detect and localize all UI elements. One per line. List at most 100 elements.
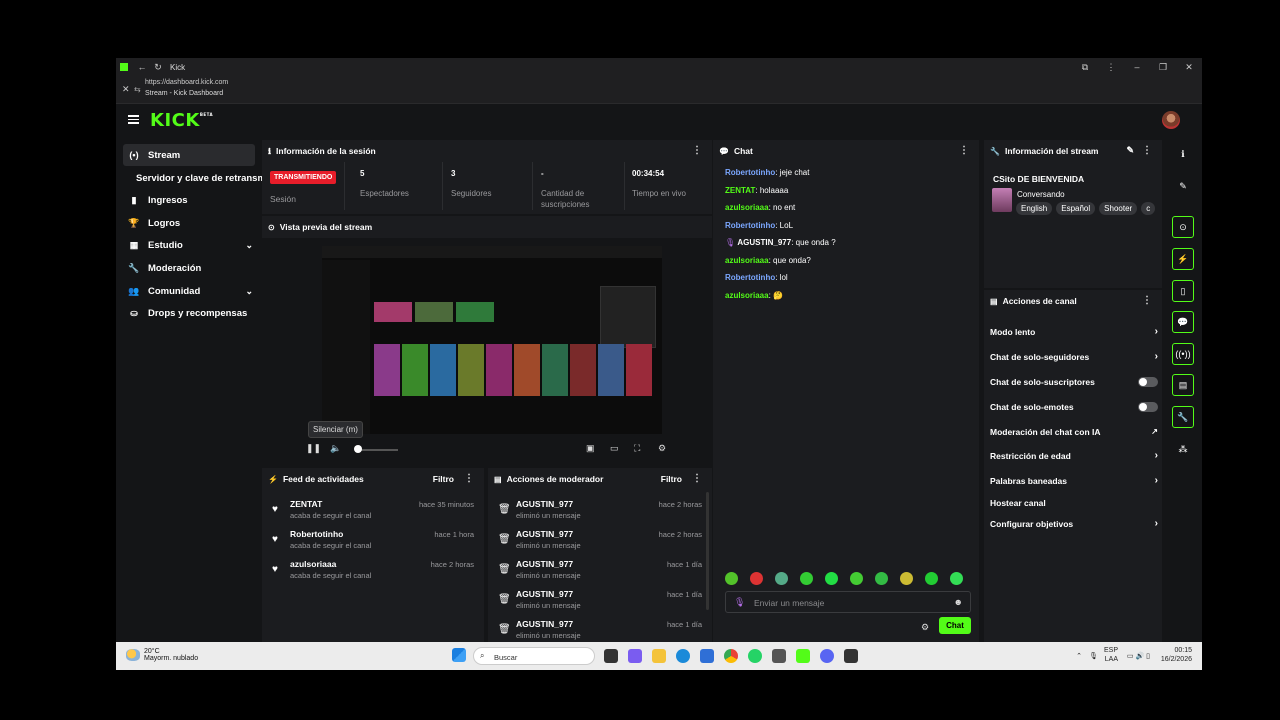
- site-settings-icon[interactable]: ⇆: [134, 85, 141, 94]
- sidebar-item-comunidad[interactable]: 👥 Comunidad ⌄: [123, 280, 255, 302]
- emote-icon[interactable]: [725, 572, 738, 585]
- more-options-icon[interactable]: ⋮: [1142, 295, 1152, 306]
- reload-icon[interactable]: ↻: [152, 61, 164, 73]
- chat-username[interactable]: Robertotinho: [725, 168, 775, 177]
- chat-username[interactable]: AGUSTIN_977: [737, 238, 791, 247]
- chat-username[interactable]: azulsoriaaa: [725, 256, 769, 265]
- more-options-icon[interactable]: ⋮: [692, 473, 702, 484]
- sidebar-item-logros[interactable]: 🏆 Logros: [123, 212, 255, 234]
- emote-icon[interactable]: [950, 572, 963, 585]
- emote-icon[interactable]: [800, 572, 813, 585]
- channel-action-item[interactable]: Chat de solo-suscriptores: [990, 374, 1158, 390]
- volume-slider[interactable]: [358, 449, 398, 451]
- user-avatar[interactable]: [1162, 111, 1180, 129]
- fullscreen-icon[interactable]: ⛶: [634, 443, 640, 454]
- camera-icon[interactable]: ⊙: [1172, 216, 1194, 238]
- close-app-icon[interactable]: ✕: [122, 84, 130, 95]
- document-icon[interactable]: ▯: [1172, 280, 1194, 302]
- channel-action-item[interactable]: Chat de solo-emotes: [990, 399, 1158, 415]
- info-icon[interactable]: ℹ: [1172, 143, 1194, 165]
- whatsapp-icon[interactable]: [748, 649, 762, 663]
- weather-widget[interactable]: 20°C Mayorm. nublado: [126, 648, 198, 662]
- menu-icon[interactable]: [128, 115, 139, 124]
- more-options-icon[interactable]: ⋮: [692, 145, 702, 156]
- chat-username[interactable]: Robertotinho: [725, 221, 775, 230]
- emote-icon[interactable]: [925, 572, 938, 585]
- chrome-icon[interactable]: [724, 649, 738, 663]
- chat-input[interactable]: 🎙 Enviar un mensaje ☻: [725, 591, 971, 613]
- volume-knob[interactable]: [354, 445, 362, 453]
- send-chat-button[interactable]: Chat: [939, 617, 971, 634]
- sidebar-item-ingresos[interactable]: ▮ Ingresos: [123, 189, 255, 211]
- channel-action-item[interactable]: Palabras baneadas ›: [990, 473, 1158, 489]
- back-icon[interactable]: ←: [136, 61, 148, 73]
- pause-icon[interactable]: ❚❚: [306, 443, 321, 454]
- network-volume-icon[interactable]: ▭ 🔊 ▯: [1127, 652, 1150, 660]
- wrench-icon[interactable]: 🔧: [1172, 406, 1194, 428]
- mic-tray-icon[interactable]: 🎙: [1089, 652, 1098, 660]
- chat-username[interactable]: azulsoriaaa: [725, 291, 769, 300]
- microphone-icon[interactable]: 🎙: [734, 597, 745, 608]
- bolt-icon[interactable]: ⚡: [1172, 248, 1194, 270]
- taskbar-search[interactable]: ⌕ Buscar: [473, 647, 595, 665]
- chat-username[interactable]: azulsoriaaa: [725, 203, 769, 212]
- more-options-icon[interactable]: ⋮: [959, 145, 969, 156]
- copilot-icon[interactable]: [628, 649, 642, 663]
- sidebar-item-drops[interactable]: ⛀ Drops y recompensas: [123, 302, 255, 324]
- kick-logo[interactable]: KICKBETA: [150, 110, 213, 131]
- chat-bubble-icon[interactable]: 💬: [1172, 311, 1194, 333]
- emote-icon[interactable]: [750, 572, 763, 585]
- mod-filter-button[interactable]: Filtro: [661, 474, 682, 484]
- edit-icon[interactable]: ✎: [1172, 175, 1194, 197]
- broadcast-icon[interactable]: ((•)): [1172, 343, 1194, 365]
- settings-icon[interactable]: ⚙: [658, 443, 666, 454]
- pip-icon[interactable]: ▣: [586, 443, 595, 454]
- mod-log-icon[interactable]: ▤: [1172, 374, 1194, 396]
- volume-icon[interactable]: 🔈: [330, 443, 341, 454]
- browser-menu-icon[interactable]: ⋮: [1098, 62, 1124, 73]
- minimize-icon[interactable]: –: [1124, 62, 1150, 73]
- store-icon[interactable]: [700, 649, 714, 663]
- theater-icon[interactable]: ▭: [610, 443, 619, 454]
- maximize-icon[interactable]: ❐: [1150, 62, 1176, 73]
- extensions-icon[interactable]: ⧉: [1072, 62, 1098, 73]
- sidebar-item-stream[interactable]: (•) Stream: [123, 144, 255, 166]
- add-widget-icon[interactable]: ⁂: [1172, 438, 1194, 460]
- more-options-icon[interactable]: ⋮: [1142, 145, 1152, 156]
- emote-icon[interactable]: [825, 572, 838, 585]
- file-explorer-icon[interactable]: [652, 649, 666, 663]
- sidebar-item-estudio[interactable]: ▦ Estudio ⌄: [123, 234, 255, 256]
- discord-icon[interactable]: [820, 649, 834, 663]
- close-window-icon[interactable]: ✕: [1176, 62, 1202, 73]
- channel-action-item[interactable]: Moderación del chat con IA ↗: [990, 424, 1158, 440]
- app-icon[interactable]: [772, 649, 786, 663]
- app-icon[interactable]: [844, 649, 858, 663]
- toggle-switch[interactable]: [1138, 377, 1158, 387]
- channel-action-item[interactable]: Restricción de edad ›: [990, 448, 1158, 464]
- sidebar-item-server-key[interactable]: Servidor y clave de retransmisión: [136, 170, 262, 188]
- edit-icon[interactable]: ✎: [1126, 145, 1134, 156]
- chevron-up-icon[interactable]: ⌃: [1076, 652, 1082, 660]
- feed-filter-button[interactable]: Filtro: [433, 474, 454, 484]
- windows-start-icon[interactable]: [452, 648, 466, 662]
- emote-icon[interactable]: [850, 572, 863, 585]
- chat-username[interactable]: Robertotinho: [725, 273, 775, 282]
- url-text[interactable]: https://dashboard.kick.com: [145, 79, 228, 86]
- channel-action-item[interactable]: Hostear canal: [990, 495, 1158, 511]
- task-view-icon[interactable]: [604, 649, 618, 663]
- video-player[interactable]: [322, 246, 662, 434]
- emote-icon[interactable]: [900, 572, 913, 585]
- sidebar-item-moderacion[interactable]: 🔧 Moderación: [123, 257, 255, 279]
- toggle-switch[interactable]: [1138, 402, 1158, 412]
- emoji-picker-icon[interactable]: ☻: [954, 597, 963, 607]
- more-options-icon[interactable]: ⋮: [464, 473, 474, 484]
- emote-icon[interactable]: [775, 572, 788, 585]
- channel-action-item[interactable]: Modo lento ›: [990, 324, 1158, 340]
- edge-icon[interactable]: [676, 649, 690, 663]
- chat-settings-icon[interactable]: ⚙: [921, 622, 929, 633]
- channel-action-item[interactable]: Configurar objetivos ›: [990, 516, 1158, 532]
- kick-app-icon[interactable]: [796, 649, 810, 663]
- chat-username[interactable]: ZENTAT: [725, 186, 755, 195]
- emote-icon[interactable]: [875, 572, 888, 585]
- channel-action-item[interactable]: Chat de solo-seguidores ›: [990, 349, 1158, 365]
